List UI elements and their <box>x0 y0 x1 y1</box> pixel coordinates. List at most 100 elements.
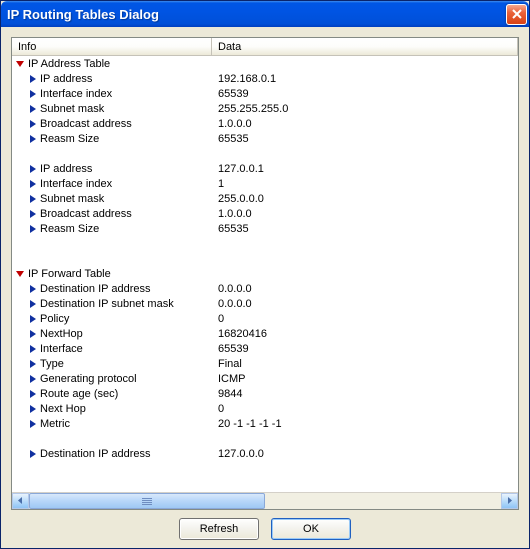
tree-item[interactable]: Policy 0 <box>12 311 518 326</box>
tree-item[interactable]: Subnet mask255.255.255.0 <box>12 101 518 116</box>
tree-item-label: Next Hop <box>40 403 86 415</box>
close-button[interactable] <box>506 4 527 25</box>
tree-item-value: 1.0.0.0 <box>212 118 518 130</box>
tree-item-info: Interface index <box>12 88 212 100</box>
tree-item-value: 65539 <box>212 343 518 355</box>
tree-item-value: 0 <box>212 313 518 325</box>
tree-leaf-icon <box>30 165 36 173</box>
chevron-left-icon <box>17 495 24 507</box>
tree-leaf-icon <box>30 300 36 308</box>
tree-leaf-icon <box>30 195 36 203</box>
ok-button[interactable]: OK <box>271 518 351 540</box>
tree-item-value: 192.168.0.1 <box>212 73 518 85</box>
tree-item-label: Subnet mask <box>40 193 104 205</box>
tree-item[interactable]: Metric20 -1 -1 -1 -1 <box>12 416 518 431</box>
tree-item[interactable]: NextHop16820416 <box>12 326 518 341</box>
tree-item-label: Interface index <box>40 88 112 100</box>
tree-item-label: IP Forward Table <box>28 268 111 280</box>
tree-item-info: Interface index <box>12 178 212 190</box>
tree-item-info: Subnet mask <box>12 193 212 205</box>
titlebar[interactable]: IP Routing Tables Dialog <box>1 1 529 27</box>
tree-leaf-icon <box>30 120 36 128</box>
tree-item-info: Destination IP address <box>12 283 212 295</box>
tree-group[interactable]: IP Address Table <box>12 56 518 71</box>
scrollbar-track[interactable] <box>29 493 501 509</box>
tree-item-info: IP Address Table <box>12 58 212 70</box>
client-area: Info Data IP Address Table IP address 192.… <box>1 27 529 548</box>
tree-item-info: NextHop <box>12 328 212 340</box>
tree-item-label: Subnet mask <box>40 103 104 115</box>
tree-item-label: Broadcast address <box>40 208 132 220</box>
tree-item[interactable]: Subnet mask255.0.0.0 <box>12 191 518 206</box>
column-header-data[interactable]: Data <box>212 38 518 55</box>
tree-item-label: Reasm Size <box>40 133 99 145</box>
tree-leaf-icon <box>30 285 36 293</box>
tree-item[interactable]: Reasm Size65535 <box>12 131 518 146</box>
scrollbar-thumb[interactable] <box>29 493 265 509</box>
tree-item-info: IP Forward Table <box>12 268 212 280</box>
horizontal-scrollbar[interactable] <box>12 492 518 509</box>
close-icon <box>512 7 522 22</box>
tree-item[interactable]: Interface 65539 <box>12 341 518 356</box>
tree-leaf-icon <box>30 75 36 83</box>
tree-leaf-icon <box>30 135 36 143</box>
tree-item-label: Broadcast address <box>40 118 132 130</box>
tree-leaf-icon <box>30 105 36 113</box>
tree-item-info: Subnet mask <box>12 103 212 115</box>
tree-item-info: Destination IP subnet mask <box>12 298 212 310</box>
tree-item[interactable]: Next Hop0 <box>12 401 518 416</box>
tree-leaf-icon <box>30 210 36 218</box>
tree-leaf-icon <box>30 90 36 98</box>
tree-item[interactable]: Route age (sec)9844 <box>12 386 518 401</box>
tree-group[interactable]: IP Forward Table <box>12 266 518 281</box>
tree-item[interactable]: TypeFinal <box>12 356 518 371</box>
tree-blank-row <box>12 251 518 266</box>
tree-leaf-icon <box>30 225 36 233</box>
refresh-button[interactable]: Refresh <box>179 518 259 540</box>
tree-item-value: 65539 <box>212 88 518 100</box>
tree-item-value: 16820416 <box>212 328 518 340</box>
tree-view[interactable]: IP Address TableIP address192.168.0.1Int… <box>12 56 518 492</box>
scroll-right-button[interactable] <box>501 493 518 509</box>
tree-item-label: Type <box>40 358 64 370</box>
tree-leaf-icon <box>30 450 36 458</box>
expand-open-icon[interactable] <box>16 61 24 67</box>
tree-leaf-icon <box>30 420 36 428</box>
tree-item-info: Next Hop <box>12 403 212 415</box>
tree-leaf-icon <box>30 180 36 188</box>
tree-item[interactable]: Broadcast address 1.0.0.0 <box>12 116 518 131</box>
tree-item-label: Policy <box>40 313 69 325</box>
tree-item-label: Route age (sec) <box>40 388 118 400</box>
tree-item[interactable]: Destination IP subnet mask0.0.0.0 <box>12 296 518 311</box>
tree-item[interactable]: IP address 192.168.0.1 <box>12 71 518 86</box>
tree-item-label: Destination IP subnet mask <box>40 298 174 310</box>
tree-item-info: Reasm Size <box>12 223 212 235</box>
tree-item-label: IP address <box>40 73 92 85</box>
tree-item[interactable]: Broadcast address1.0.0.0 <box>12 206 518 221</box>
expand-open-icon[interactable] <box>16 271 24 277</box>
tree-item-label: Generating protocol <box>40 373 137 385</box>
tree-item-value: 0.0.0.0 <box>212 283 518 295</box>
tree-leaf-icon <box>30 345 36 353</box>
tree-item[interactable]: Reasm Size65535 <box>12 221 518 236</box>
window-title: IP Routing Tables Dialog <box>7 7 506 22</box>
tree-item-info: Broadcast address <box>12 118 212 130</box>
tree-leaf-icon <box>30 375 36 383</box>
tree-item[interactable]: IP address 127.0.0.1 <box>12 161 518 176</box>
chevron-right-icon <box>506 495 513 507</box>
tree-item[interactable]: Destination IP address0.0.0.0 <box>12 281 518 296</box>
tree-item[interactable]: Interface index1 <box>12 176 518 191</box>
tree-item-info: Interface <box>12 343 212 355</box>
tree-item-label: Interface <box>40 343 83 355</box>
tree-item-label: IP address <box>40 163 92 175</box>
tree-item[interactable]: Destination IP address127.0.0.0 <box>12 446 518 461</box>
tree-item[interactable]: Generating protocolICMP <box>12 371 518 386</box>
column-header-info[interactable]: Info <box>12 38 212 55</box>
tree-item-value: 127.0.0.1 <box>212 163 518 175</box>
tree-item-label: Reasm Size <box>40 223 99 235</box>
scroll-left-button[interactable] <box>12 493 29 509</box>
tree-leaf-icon <box>30 390 36 398</box>
tree-blank-row <box>12 431 518 446</box>
tree-item[interactable]: Interface index 65539 <box>12 86 518 101</box>
tree-item-info: Policy <box>12 313 212 325</box>
